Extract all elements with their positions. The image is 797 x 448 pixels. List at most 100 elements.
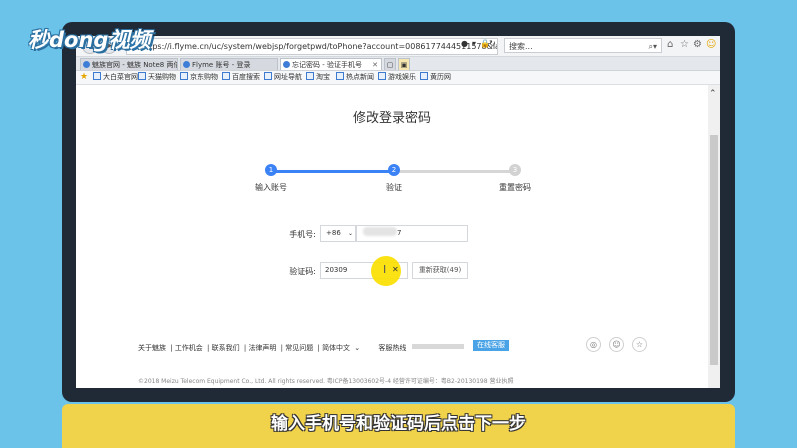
home-icon[interactable]: ⌂ (667, 39, 673, 50)
fav-item-1[interactable]: 天猫购物 (138, 71, 176, 84)
tab-close-icon[interactable]: ✕ (372, 59, 378, 70)
tab-favicon-icon (83, 61, 90, 68)
favorites-star-icon[interactable]: ☆ (680, 39, 689, 50)
new-window-icon: ▣ (400, 61, 408, 69)
fav-item-3[interactable]: 百度搜索 (222, 71, 260, 84)
tab-label: 魅族官网 - 魅族 Note8 两倍... (92, 61, 178, 69)
security-icon[interactable]: ● (461, 39, 468, 48)
page-icon (378, 72, 386, 80)
page-icon (222, 72, 230, 80)
tab-favicon-icon (183, 61, 190, 68)
footer-link[interactable]: 联系我们 (212, 344, 240, 352)
copyright-text: ©2018 Meizu Telecom Equipment Co., Ltd. … (138, 378, 514, 385)
page-icon (264, 72, 272, 80)
fav-label: 淘宝 (316, 73, 330, 81)
scroll-thumb[interactable] (710, 135, 718, 365)
new-tab-icon: ▢ (386, 61, 394, 69)
dropdown-icon[interactable]: ▾ (472, 39, 476, 48)
code-value: 20309 (325, 266, 348, 274)
page-title: 修改登录密码 (352, 111, 431, 126)
wechat-icon[interactable]: ☺ (609, 337, 624, 352)
footer-link[interactable]: 关于魅族 (138, 344, 166, 352)
phone-input[interactable]: 7 (356, 225, 468, 242)
favorites-icon[interactable]: ★ (80, 71, 88, 84)
country-code-value: +86 (326, 229, 341, 237)
step-2-label: 验证 (386, 183, 402, 192)
fav-label: 热点新闻 (346, 73, 374, 81)
fav-label: 黄历网 (430, 73, 451, 81)
hotline-label: 客服热线 (378, 344, 407, 352)
favorites-bar: ★ 大白菜官网 天猫购物 京东购物 百度搜索 网址导航 淘宝 热点新闻 游戏娱乐… (76, 71, 720, 85)
tab-favicon-icon (283, 61, 290, 68)
tab-bar: 魅族官网 - 魅族 Note8 两倍... Flyme 账号 - 登录 忘记密码… (76, 57, 720, 71)
fav-item-6[interactable]: 热点新闻 (336, 71, 374, 84)
step-3-dot: 3 (509, 164, 521, 176)
country-code-select[interactable]: +86 ⌄ (320, 225, 356, 242)
text-cursor-icon: I (383, 263, 387, 276)
tab-label: Flyme 账号 - 登录 (192, 61, 251, 69)
footer-link[interactable]: 工作机会 (175, 344, 203, 352)
tab-flyme-login[interactable]: Flyme 账号 - 登录 (180, 58, 278, 70)
step-progress-line-done (271, 170, 395, 173)
tab-label: 忘记密码 - 验证手机号 (292, 61, 362, 69)
page-icon (93, 72, 101, 80)
star-icon[interactable]: ☆ (632, 337, 647, 352)
fav-label: 京东购物 (190, 73, 218, 81)
smiley-icon[interactable]: ☺ (706, 39, 716, 50)
caption-text: 输入手机号和验证码后点击下一步 (271, 414, 526, 434)
new-tab-button[interactable]: ▢ (384, 58, 396, 70)
fav-item-7[interactable]: 游戏娱乐 (378, 71, 416, 84)
address-bar-row: ◀ ▶ https://i.flyme.cn/uc/system/webjsp/… (76, 36, 720, 57)
page-content: 修改登录密码 1 2 3 输入账号 验证 重置密码 手机号: +86 ⌄ 7 验… (76, 85, 720, 388)
fav-label: 网址导航 (274, 73, 302, 81)
footer-link[interactable]: 法律声明 (248, 344, 276, 352)
search-placeholder: 搜索... (509, 42, 533, 51)
phone-label: 手机号: (289, 230, 316, 239)
refresh-icon[interactable]: ↻ (489, 39, 496, 48)
code-label: 验证码: (289, 267, 316, 276)
footer-link[interactable]: 简体中文 (322, 344, 350, 352)
url-input[interactable]: https://i.flyme.cn/uc/system/webjsp/forg… (126, 38, 498, 55)
fav-item-2[interactable]: 京东购物 (180, 71, 218, 84)
search-input[interactable]: 搜索... ⌕▾ (504, 38, 662, 53)
fav-label: 大白菜官网 (103, 73, 138, 81)
step-progress-line-pending (395, 170, 515, 173)
browser-window: ◀ ▶ https://i.flyme.cn/uc/system/webjsp/… (76, 36, 720, 388)
fav-label: 百度搜索 (232, 73, 260, 81)
weibo-icon[interactable]: ◎ (586, 337, 601, 352)
page-icon (138, 72, 146, 80)
chevron-down-icon: ⌄ (348, 230, 354, 237)
step-1-dot: 1 (265, 164, 277, 176)
fav-label: 天猫购物 (148, 73, 176, 81)
phone-tail: 7 (397, 229, 402, 237)
hotline-number-masked (412, 344, 465, 349)
tab-meizu-home[interactable]: 魅族官网 - 魅族 Note8 两倍... (80, 58, 178, 70)
footer-link[interactable]: 常见问题 (285, 344, 313, 352)
page-icon (336, 72, 344, 80)
clear-code-icon[interactable]: ✕ (392, 265, 399, 274)
online-service-button[interactable]: 在线客服 (473, 340, 509, 351)
fav-item-0[interactable]: 大白菜官网 (93, 71, 138, 84)
language-chevron-icon: ⌄ (354, 344, 361, 352)
url-text: https://i.flyme.cn/uc/system/webjsp/forg… (141, 42, 497, 51)
page-icon (180, 72, 188, 80)
step-3-label: 重置密码 (499, 183, 531, 192)
fav-label: 游戏娱乐 (388, 73, 416, 81)
search-icon[interactable]: ⌕▾ (649, 39, 658, 54)
footer-links: 关于魅族 | 工作机会 | 联系我们 | 法律声明 | 常见问题 | 简体中文 … (138, 343, 466, 353)
page-icon (420, 72, 428, 80)
new-window-button[interactable]: ▣ (398, 58, 410, 70)
step-1-label: 输入账号 (255, 183, 287, 192)
page-icon (306, 72, 314, 80)
watermark-logo: 秒dong视频 (28, 28, 151, 52)
vertical-scrollbar[interactable]: ⌃ (708, 85, 720, 388)
scroll-up-icon[interactable]: ⌃ (709, 89, 717, 99)
fav-item-8[interactable]: 黄历网 (420, 71, 451, 84)
fav-item-5[interactable]: 淘宝 (306, 71, 330, 84)
masked-phone-blur (363, 227, 397, 236)
settings-gear-icon[interactable]: ⚙ (693, 39, 702, 50)
resend-code-button[interactable]: 重新获取(49) (412, 262, 468, 279)
step-2-dot: 2 (388, 164, 400, 176)
fav-item-4[interactable]: 网址导航 (264, 71, 302, 84)
tab-forgot-password[interactable]: 忘记密码 - 验证手机号 ✕ (280, 58, 382, 70)
